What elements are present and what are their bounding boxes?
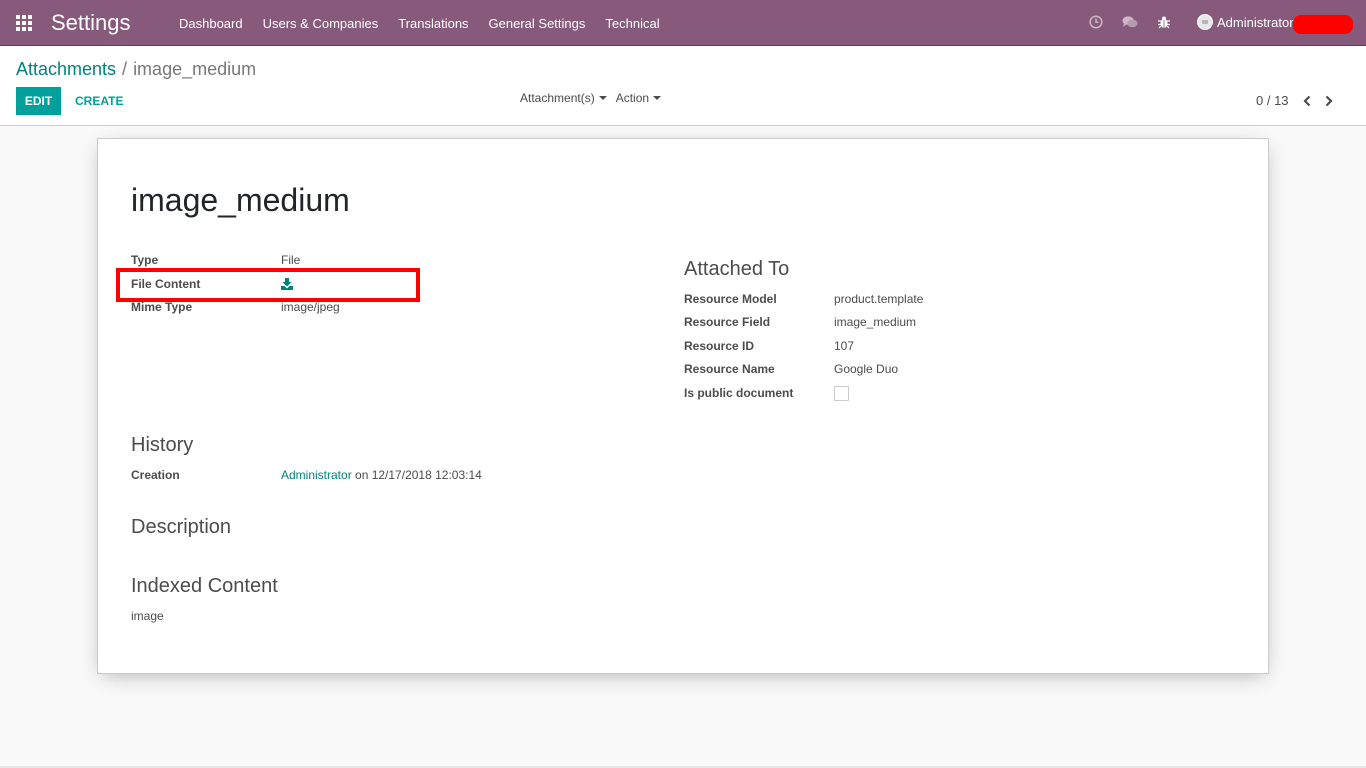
history-heading: History [131, 434, 194, 456]
indexed-content-heading: Indexed Content [131, 575, 278, 597]
field-type: Type File [131, 253, 300, 267]
field-value: Administrator on 12/17/2018 12:03:14 [281, 468, 482, 482]
sidebar-dropdowns: Attachment(s) Action [520, 91, 670, 105]
field-is-public: Is public document [684, 386, 849, 401]
edit-button[interactable]: EDIT [16, 87, 61, 115]
field-resource-name: Resource Name Google Duo [684, 362, 898, 376]
field-label: Resource Model [684, 292, 777, 306]
menu-item-users-companies[interactable]: Users & Companies [263, 16, 379, 31]
app-title: Settings [51, 10, 131, 35]
attached-to-heading: Attached To [684, 258, 790, 280]
top-navbar: Settings Dashboard Users & Companies Tra… [0, 0, 1366, 46]
field-value: product.template [834, 292, 924, 306]
field-resource-field: Resource Field image_medium [684, 315, 916, 329]
field-creation: Creation Administrator on 12/17/2018 12:… [131, 468, 482, 482]
bug-icon[interactable] [1156, 14, 1172, 30]
attachments-dropdown-label: Attachment(s) [520, 91, 595, 105]
field-mime-type: Mime Type image/jpeg [131, 300, 340, 314]
field-label: Is public document [684, 386, 794, 400]
field-resource-model: Resource Model product.template [684, 292, 923, 306]
action-dropdown[interactable]: Action [615, 91, 662, 105]
field-label: Mime Type [131, 300, 193, 314]
chat-icon[interactable] [1122, 14, 1138, 30]
chevron-right-icon [1325, 95, 1333, 106]
download-icon[interactable] [281, 277, 293, 291]
breadcrumb-attachments[interactable]: Attachments [16, 59, 116, 80]
field-label: Creation [131, 468, 180, 482]
user-menu[interactable]: Administrator [1197, 14, 1294, 30]
indexed-content-value: image [131, 609, 164, 623]
chevron-left-icon [1302, 95, 1310, 106]
field-value: image [131, 609, 164, 623]
menu-item-technical[interactable]: Technical [605, 16, 659, 31]
pager-previous-button[interactable] [1302, 95, 1311, 107]
creation-date: on 12/17/2018 12:03:14 [351, 468, 482, 482]
field-file-content: File Content [131, 277, 293, 291]
breadcrumb: Attachments / image_medium [16, 59, 256, 80]
field-value: Google Duo [834, 362, 899, 376]
creator-link[interactable]: Administrator [281, 468, 352, 482]
description-heading: Description [131, 516, 232, 538]
menu-item-general-settings[interactable]: General Settings [489, 16, 586, 31]
redaction-mark [1293, 15, 1353, 34]
menu-item-dashboard[interactable]: Dashboard [179, 16, 243, 31]
action-dropdown-label: Action [615, 91, 650, 105]
form-sheet: image_medium Type File File Content Mime… [97, 138, 1269, 674]
create-button[interactable]: CREATE [75, 94, 123, 108]
pager: 0 / 13 [1256, 93, 1333, 108]
caret-down-icon [653, 96, 662, 100]
control-panel: Attachments / image_medium EDIT CREATE A… [0, 46, 1366, 126]
pager-value[interactable]: 0 / 13 [1256, 93, 1289, 108]
field-label: Type [131, 253, 159, 267]
breadcrumb-separator: / [122, 59, 128, 79]
is-public-checkbox[interactable] [834, 386, 849, 401]
user-name: Administrator [1217, 14, 1294, 30]
field-value: image_medium [834, 315, 917, 329]
main-menu: Dashboard Users & Companies Translations… [179, 16, 680, 31]
apps-grid-icon[interactable] [16, 15, 34, 31]
field-label: Resource Name [684, 362, 775, 376]
menu-item-translations[interactable]: Translations [398, 16, 468, 31]
field-label: File Content [131, 277, 201, 291]
caret-down-icon [598, 96, 607, 100]
clock-icon[interactable] [1088, 14, 1104, 30]
breadcrumb-current: image_medium [133, 59, 257, 79]
field-resource-id: Resource ID 107 [684, 339, 854, 353]
attachments-dropdown[interactable]: Attachment(s) [520, 91, 607, 105]
field-label: Resource ID [684, 339, 755, 353]
record-title: image_medium [131, 182, 350, 218]
field-value: 107 [834, 339, 855, 353]
field-value: File [281, 253, 301, 267]
field-label: Resource Field [684, 315, 771, 329]
field-value: image/jpeg [281, 300, 340, 314]
avatar [1197, 14, 1213, 30]
pager-next-button[interactable] [1325, 95, 1333, 107]
systray [1088, 14, 1190, 30]
